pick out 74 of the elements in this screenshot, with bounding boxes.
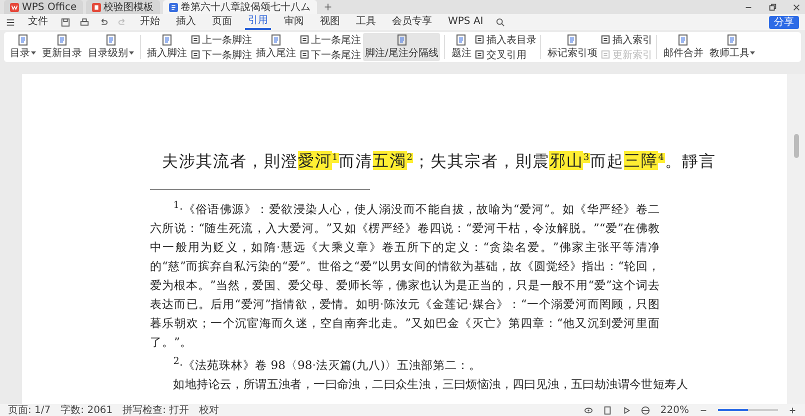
- document-icon: [475, 35, 484, 44]
- proofread-button[interactable]: 校对: [199, 403, 220, 416]
- ribbon-button[interactable]: 插入尾注: [254, 33, 298, 61]
- ribbon-button[interactable]: 插入表目录: [475, 32, 536, 46]
- restore-icon[interactable]: [768, 2, 777, 12]
- document-icon: [475, 50, 484, 59]
- ribbon-tab[interactable]: 工具: [353, 15, 379, 29]
- document-icon: [300, 50, 309, 59]
- ribbon-tab[interactable]: 视图: [317, 15, 343, 29]
- ribbon-button[interactable]: 下一条脚注: [191, 48, 252, 62]
- ribbon-button[interactable]: 目录: [8, 33, 38, 61]
- document-icon: [300, 35, 309, 44]
- document-tab[interactable]: 卷第六十八章說偈颂七十八ム: [162, 0, 317, 14]
- spell-check-status[interactable]: 拼写检查: 打开: [122, 403, 190, 416]
- document-icon: [191, 50, 200, 59]
- document-icon: [601, 35, 610, 44]
- ribbon-button[interactable]: 题注: [449, 33, 474, 61]
- ribbon-button[interactable]: 交叉引用: [475, 48, 536, 62]
- close-icon[interactable]: [792, 2, 801, 12]
- scrollbar[interactable]: [787, 74, 805, 404]
- document-icon: [161, 34, 173, 46]
- file-menu[interactable]: 文件: [25, 15, 51, 29]
- ribbon-button[interactable]: 插入脚注: [145, 33, 189, 61]
- ribbon-button[interactable]: 上一条尾注: [300, 32, 361, 46]
- ai-button[interactable]: WPS AI: [445, 15, 486, 29]
- ribbon-tab[interactable]: 插入: [173, 15, 199, 29]
- document-icon: [677, 34, 690, 46]
- footnote-text: 如地持论云，所谓五浊者，一曰命浊，二曰众生浊，三曰烦恼浊，四曰见浊，五曰劫浊谓今世短寿人: [172, 376, 688, 394]
- file-icon: [92, 2, 101, 12]
- footnote-text: $^{1}$·《俗语佛源》：爱欲浸染人心，使人溺没而不能自拔，故喻为“爱河”。如《华严经》卷二六所说：“随生死流，入大爱河。”又如《楞严经》卷四说：“爱河干枯，令汝解脱。”“爱”在佛教中一般用为贬义，如隋·慧远《大乘义章》卷五所下的定义：“贪染名爱。”佛家主张平等清净的“慈”而摈弃自私污染的“爱”。世俗之“爱”以男女间的情欲为基础，故《圆觉经》指出：“轮回，爱为根本。”当然，爱国、爱父母、爱师长等，佛家也认为是正当的，只是一般不用“爱”这个词去表达而已。后用“爱河”指情欲，爱情。如明·陈汝元《金莲记·媒合》：“一个溺爱河而罔顾，只图暮乐朝欢；一个沉宦海而久迷，空自南奔北走。”又如巴金《灭亡》第四章：“他又沉到爱河里面了。”。: [150, 199, 660, 352]
- plus-icon[interactable]: [788, 406, 797, 414]
- document-icon: [270, 34, 282, 46]
- ribbon-tab[interactable]: 开始: [137, 15, 163, 29]
- document-icon: [168, 2, 178, 12]
- document-icon: [105, 34, 117, 46]
- document-icon: [17, 34, 29, 46]
- document-tab[interactable]: WPS Office: [4, 0, 83, 14]
- share-button[interactable]: 分享: [769, 16, 799, 28]
- ribbon-button[interactable]: 更新目录: [40, 33, 84, 61]
- ribbon-button[interactable]: 邮件合并: [661, 33, 706, 61]
- print-icon[interactable]: [80, 18, 89, 26]
- logo-icon: [10, 2, 19, 12]
- document-icon: [566, 34, 578, 46]
- ribbon-button[interactable]: 教师工具: [707, 33, 758, 61]
- document-icon: [56, 34, 68, 46]
- document-icon: [191, 35, 200, 44]
- ribbon-tab[interactable]: 引用: [245, 14, 271, 30]
- document-icon: [601, 50, 610, 59]
- ribbon-button[interactable]: 目录级别: [86, 33, 136, 61]
- document-tab[interactable]: 校验图模板: [86, 0, 160, 14]
- globe-icon[interactable]: [641, 406, 650, 414]
- menu-icon[interactable]: [6, 18, 15, 26]
- document-icon: [726, 34, 738, 46]
- eye-icon[interactable]: [584, 406, 594, 414]
- ribbon-button[interactable]: 下一条尾注: [300, 48, 361, 62]
- ribbon-button[interactable]: 上一条脚注: [191, 32, 252, 46]
- ribbon-tab[interactable]: 会员专享: [389, 15, 435, 29]
- page-count: 页面: 1/7: [8, 404, 51, 416]
- save-icon[interactable]: [61, 18, 70, 26]
- ribbon-tab[interactable]: 审阅: [281, 15, 307, 29]
- document-icon: [396, 34, 408, 46]
- page-view-icon[interactable]: [603, 406, 612, 414]
- search-icon[interactable]: [496, 18, 506, 26]
- play-icon[interactable]: [622, 406, 632, 414]
- zoom-level[interactable]: 220%: [660, 404, 689, 416]
- document-icon: [455, 34, 468, 46]
- ribbon-button[interactable]: 标记索引项: [545, 33, 600, 61]
- ribbon-tab[interactable]: 页面: [209, 15, 235, 29]
- undo-icon[interactable]: [99, 18, 108, 26]
- add-tab-icon[interactable]: [324, 3, 332, 11]
- ribbon-button[interactable]: 脚注/尾注分隔线: [363, 33, 440, 61]
- word-count: 字数: 2061: [60, 404, 113, 416]
- footnote-text: $^{2}$·《法苑珠林》卷 98〈98·法灭篇(九八)〉五浊部第二：。: [172, 355, 482, 374]
- ribbon-button[interactable]: 插入索引: [601, 32, 652, 46]
